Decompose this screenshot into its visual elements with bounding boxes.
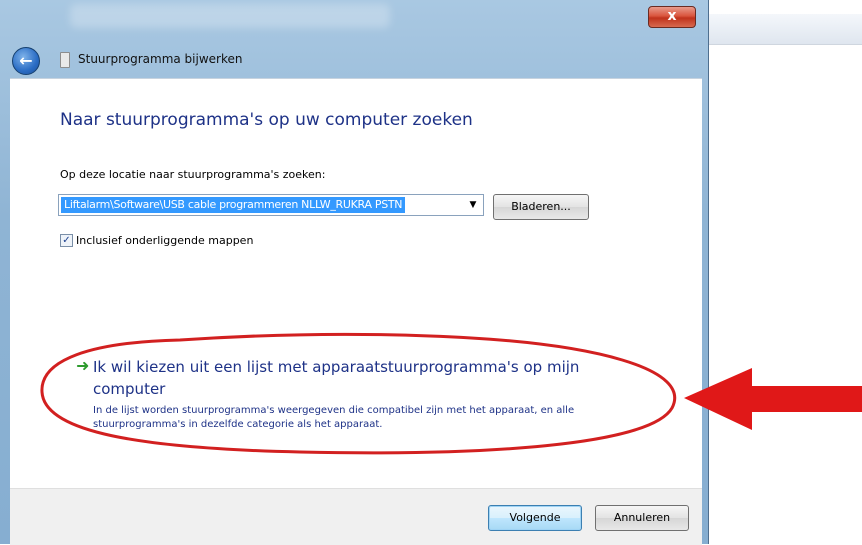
location-label: Op deze locatie naar stuurprogramma's zo…: [60, 168, 326, 181]
page-heading: Naar stuurprogramma's op uw computer zoe…: [60, 110, 473, 130]
background-window-strip: [700, 14, 862, 45]
close-button[interactable]: x: [648, 6, 696, 28]
next-button[interactable]: Volgende: [488, 505, 582, 531]
include-subfolders-label[interactable]: Inclusief onderliggende mappen: [76, 234, 253, 247]
chevron-down-icon[interactable]: ▼: [466, 198, 480, 212]
background-divider: [708, 44, 862, 45]
titlebar-text-blurred: [70, 4, 390, 28]
nav-title: Stuurprogramma bijwerken: [78, 52, 243, 66]
path-combobox[interactable]: Liftalarm\Software\USB cable programmere…: [58, 194, 484, 216]
include-subfolders-checkbox[interactable]: ✓: [60, 234, 73, 247]
back-arrow-icon[interactable]: ←: [12, 47, 40, 75]
driver-icon: [60, 52, 70, 68]
browse-button[interactable]: Bladeren...: [493, 194, 589, 220]
annotation-arrow: [684, 368, 862, 430]
choose-from-list-description: In de lijst worden stuurprogramma's weer…: [93, 405, 575, 430]
path-value[interactable]: Liftalarm\Software\USB cable programmere…: [61, 197, 406, 213]
cancel-button[interactable]: Annuleren: [595, 505, 689, 531]
green-arrow-icon[interactable]: ➜: [76, 356, 89, 375]
choose-from-list-link[interactable]: Ik wil kiezen uit een lijst met apparaat…: [93, 356, 613, 400]
